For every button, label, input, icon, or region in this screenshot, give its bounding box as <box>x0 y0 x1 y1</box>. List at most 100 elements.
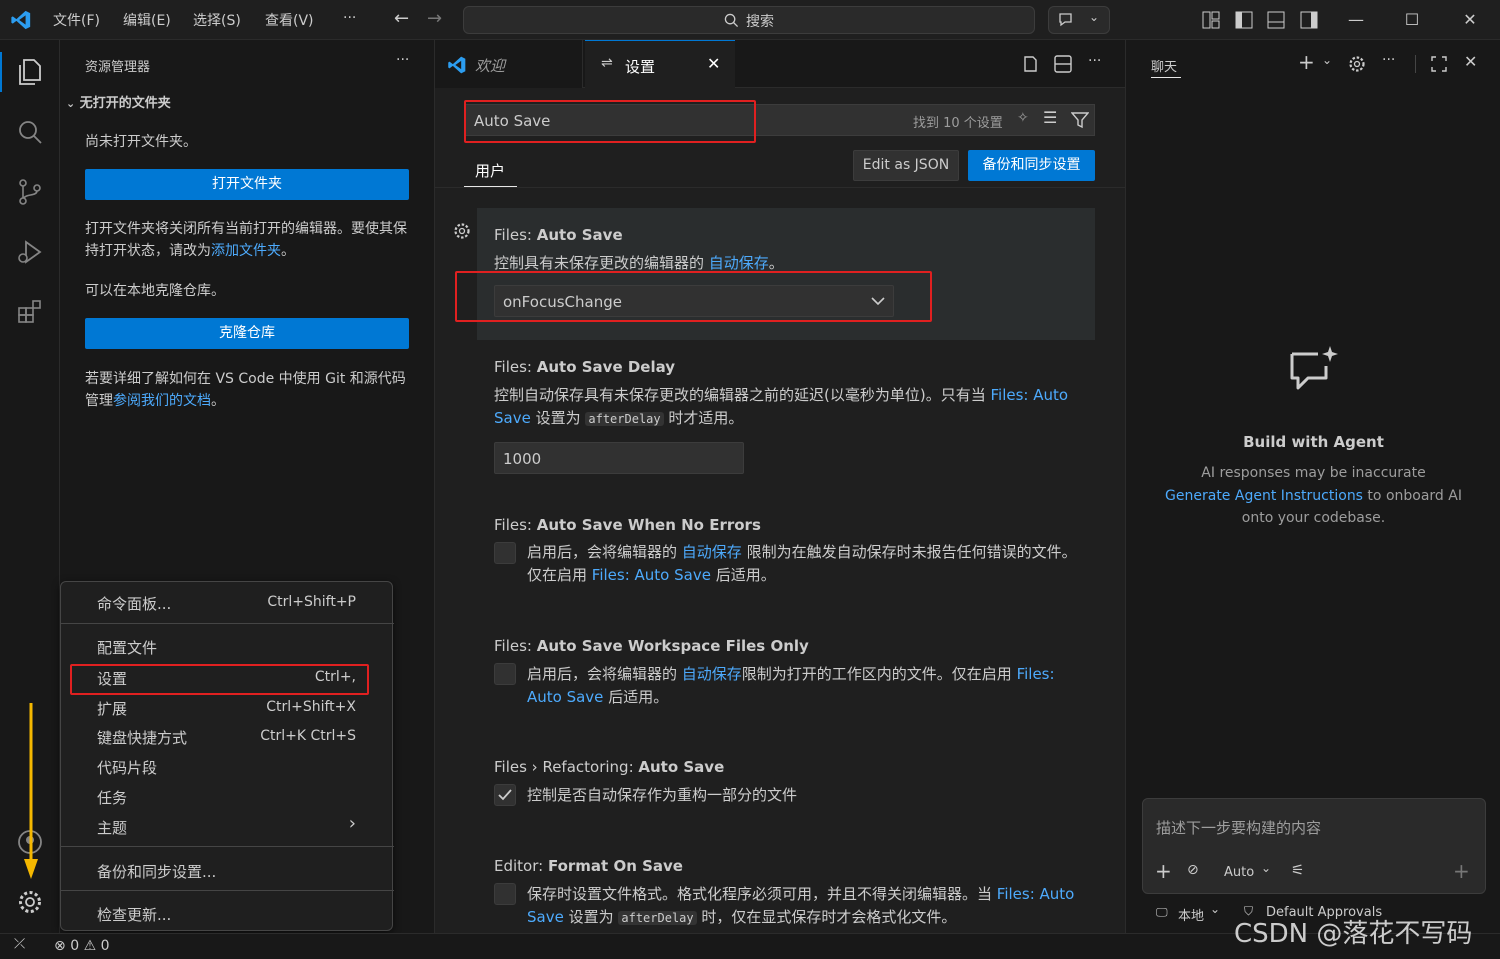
menu-separator <box>61 890 394 891</box>
close-window-icon[interactable]: ✕ <box>1458 8 1482 32</box>
menu-item-extensions[interactable]: 扩展 <box>97 698 127 719</box>
menu-item-keyboard-shortcuts[interactable]: 键盘快捷方式 <box>97 727 187 748</box>
chevron-down-icon[interactable]: ⌄ <box>1322 53 1332 67</box>
desc-mid: 设置为 <box>563 908 619 926</box>
setting-gear-icon[interactable] <box>453 222 471 240</box>
tab-settings[interactable]: ⇌ 设置 ✕ <box>585 40 735 89</box>
user-scope-tab[interactable]: 用户 <box>475 160 505 181</box>
hint-end: 。 <box>281 243 295 259</box>
chat-input-box[interactable]: 描述下一步要构建的内容 + ⊘ Auto ⌄ ⚟ + <box>1142 798 1486 894</box>
shortcut-extensions: Ctrl+Shift+X <box>266 699 356 715</box>
source-control-icon[interactable] <box>14 176 46 208</box>
close-tab-icon[interactable]: ✕ <box>707 54 720 73</box>
menu-item-backup-sync[interactable]: 备份和同步设置... <box>97 861 216 882</box>
setting-description: 启用后，会将编辑器的 自动保存限制为打开的工作区内的文件。仅在启用 Files:… <box>527 663 1087 709</box>
copilot-button[interactable]: ⌄ <box>1048 6 1110 34</box>
configure-tools-icon[interactable]: ⚟ <box>1291 861 1304 879</box>
open-folder-button[interactable]: 打开文件夹 <box>85 169 409 200</box>
toggle-panel-icon[interactable] <box>1267 11 1285 29</box>
setting-description: 控制是否自动保存作为重构一部分的文件 <box>527 786 798 804</box>
command-center[interactable]: 搜索 <box>463 6 1035 34</box>
menu-selection[interactable]: 选择(S) <box>193 10 241 30</box>
search-highlight-box <box>464 100 756 143</box>
split-editor-icon[interactable] <box>1054 55 1072 73</box>
setting-category: Files: <box>494 358 537 376</box>
search-sidebar-icon[interactable] <box>14 116 46 148</box>
menu-item-snippets[interactable]: 代码片段 <box>97 757 157 778</box>
open-settings-json-icon[interactable] <box>1020 54 1040 74</box>
add-folder-link[interactable]: 添加文件夹 <box>211 243 281 259</box>
customize-layout-icon[interactable] <box>1202 11 1220 29</box>
extensions-icon[interactable] <box>14 296 46 328</box>
menu-file[interactable]: 文件(F) <box>53 10 100 30</box>
chevron-down-icon[interactable]: ⌄ <box>1261 861 1271 875</box>
close-panel-icon[interactable]: ✕ <box>1464 52 1477 71</box>
files-auto-save-link[interactable]: Files: Auto Save <box>592 566 711 584</box>
desc-end: 时，仅在显式保存时才会格式化文件。 <box>696 908 957 926</box>
desc-text: 保存时设置文件格式。格式化程序必须可用，并且不得关闭编辑器。当 <box>527 885 997 903</box>
auto-save-link[interactable]: 自动保存 <box>682 665 742 683</box>
back-arrow-icon[interactable]: ← <box>394 8 409 29</box>
toggle-primary-sidebar-icon[interactable] <box>1235 11 1253 29</box>
git-docs-hint: 若要详细了解如何在 VS Code 中使用 Git 和源代码管理参阅我们的文档。 <box>85 368 410 412</box>
scope-divider <box>435 187 1125 188</box>
clear-filter-icon[interactable]: ☰ <box>1043 108 1057 127</box>
refactoring-checkbox[interactable] <box>494 784 516 806</box>
menu-item-check-updates[interactable]: 检查更新... <box>97 904 171 925</box>
menu-item-tasks[interactable]: 任务 <box>97 787 127 808</box>
warning-count: 0 <box>100 938 110 954</box>
new-chat-icon[interactable]: + <box>1298 50 1315 74</box>
auto-save-link[interactable]: 自动保存 <box>709 254 769 272</box>
sparkle-icon[interactable]: ✧ <box>1017 110 1029 126</box>
toggle-secondary-sidebar-icon[interactable] <box>1300 11 1318 29</box>
send-icon[interactable]: + <box>1453 859 1470 883</box>
backup-sync-button[interactable]: 备份和同步设置 <box>968 150 1095 181</box>
chat-more-icon[interactable]: ··· <box>1382 52 1395 68</box>
generate-instructions-link[interactable]: Generate Agent Instructions <box>1165 488 1363 504</box>
run-debug-icon[interactable] <box>14 236 46 268</box>
annotation-arrow-icon <box>24 703 38 879</box>
chat-disclaimer: AI responses may be inaccurate <box>1201 465 1426 481</box>
manage-gear-icon[interactable] <box>16 888 44 916</box>
auto-save-link[interactable]: 自动保存 <box>682 543 742 561</box>
filter-icon[interactable] <box>1071 111 1089 129</box>
local-target[interactable]: 本地 <box>1178 905 1204 924</box>
menu-view[interactable]: 查看(V) <box>265 10 314 30</box>
error-icon: ⊗ <box>54 938 66 954</box>
menu-item-themes[interactable]: 主题 <box>97 817 127 838</box>
tools-icon[interactable]: ⊘ <box>1187 862 1199 878</box>
remote-icon[interactable]: ⤫ <box>14 936 25 952</box>
format-on-save-checkbox[interactable] <box>494 883 516 905</box>
workspace-only-checkbox[interactable] <box>494 663 516 685</box>
warning-icon: ⚠ <box>83 938 97 954</box>
clone-hint-text: 可以在本地克隆仓库。 <box>85 283 225 299</box>
git-hint-end: 。 <box>211 393 225 409</box>
menu-item-command-palette[interactable]: 命令面板... <box>97 593 171 614</box>
clone-repo-button[interactable]: 克隆仓库 <box>85 318 409 349</box>
error-count: 0 <box>70 938 80 954</box>
maximize-icon[interactable]: ☐ <box>1400 8 1424 32</box>
add-context-icon[interactable]: + <box>1155 859 1172 883</box>
chat-input[interactable]: 描述下一步要构建的内容 <box>1156 817 1321 838</box>
chevron-down-icon[interactable]: ⌄ <box>1210 902 1220 916</box>
editor-more-icon[interactable]: ··· <box>1088 53 1101 69</box>
problems-indicator[interactable]: ⊗ 0 ⚠ 0 <box>54 938 110 954</box>
no-errors-checkbox[interactable] <box>494 542 516 564</box>
auto-save-delay-input[interactable]: 1000 <box>494 442 744 474</box>
menu-more[interactable]: ··· <box>343 10 356 26</box>
chat-title[interactable]: 聊天 <box>1151 56 1177 75</box>
menu-edit[interactable]: 编辑(E) <box>123 10 171 30</box>
minimize-icon[interactable]: — <box>1344 8 1368 32</box>
tab-welcome[interactable]: 欢迎 <box>435 40 583 88</box>
forward-arrow-icon[interactable]: → <box>427 8 442 29</box>
more-actions-icon[interactable]: ··· <box>396 52 409 68</box>
menu-item-profiles[interactable]: 配置文件 <box>97 637 157 658</box>
edit-as-json-button[interactable]: Edit as JSON <box>853 150 959 181</box>
maximize-panel-icon[interactable] <box>1431 56 1447 72</box>
vscode-tab-icon <box>448 56 466 74</box>
explorer-icon[interactable] <box>14 56 46 88</box>
chat-settings-gear-icon[interactable] <box>1348 55 1366 73</box>
mode-picker[interactable]: Auto <box>1224 865 1254 880</box>
section-header[interactable]: ⌄ 无打开的文件夹 <box>66 92 171 111</box>
docs-link[interactable]: 参阅我们的文档 <box>113 393 211 409</box>
